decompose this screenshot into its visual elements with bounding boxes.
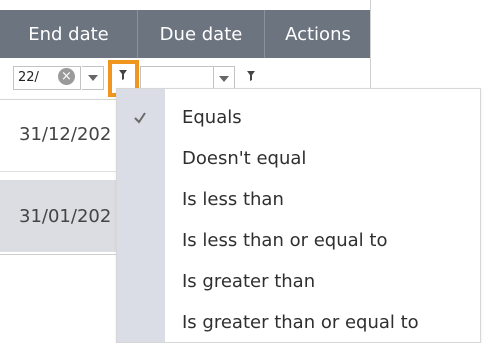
- filter-operator-menu: Equals Doesn't equal Is less than Is les…: [116, 88, 481, 343]
- menu-item-equals[interactable]: Equals: [117, 97, 480, 138]
- column-header-actions-label: Actions: [285, 23, 351, 45]
- menu-item-doesnt-equal[interactable]: Doesn't equal: [117, 138, 480, 179]
- end-date-cell: 31/01/202: [19, 206, 112, 227]
- end-date-cell: 31/12/202: [19, 124, 112, 145]
- menu-item-greater-than[interactable]: Is greater than: [117, 261, 480, 302]
- menu-item-less-than-or-equal[interactable]: Is less than or equal to: [117, 220, 480, 261]
- filter-funnel-icon[interactable]: [246, 70, 256, 82]
- column-header-end-date-label: End date: [28, 23, 109, 45]
- end-date-filter-value: 22/​: [18, 70, 39, 85]
- dropdown-arrow-icon[interactable]: [219, 76, 229, 82]
- column-header-actions[interactable]: Actions: [265, 10, 370, 58]
- menu-item-label: Is less than or equal to: [182, 230, 388, 251]
- menu-item-label: Is less than: [182, 189, 284, 210]
- column-header-due-date-label: Due date: [159, 23, 243, 45]
- menu-item-label: Is greater than or equal to: [182, 312, 419, 333]
- checkmark-icon: [134, 111, 146, 124]
- menu-item-label: Is greater than: [182, 271, 316, 292]
- column-header-end-date[interactable]: End date: [0, 10, 138, 58]
- menu-item-less-than[interactable]: Is less than: [117, 179, 480, 220]
- grid-header: End date Due date Actions: [0, 10, 370, 58]
- menu-item-greater-than-or-equal[interactable]: Is greater than or equal to: [117, 302, 480, 343]
- column-header-due-date[interactable]: Due date: [138, 10, 265, 58]
- dropdown-arrow-icon[interactable]: [88, 75, 98, 81]
- menu-item-label: Doesn't equal: [182, 148, 307, 169]
- menu-item-label: Equals: [182, 107, 242, 128]
- clear-filter-icon[interactable]: ×: [58, 68, 75, 85]
